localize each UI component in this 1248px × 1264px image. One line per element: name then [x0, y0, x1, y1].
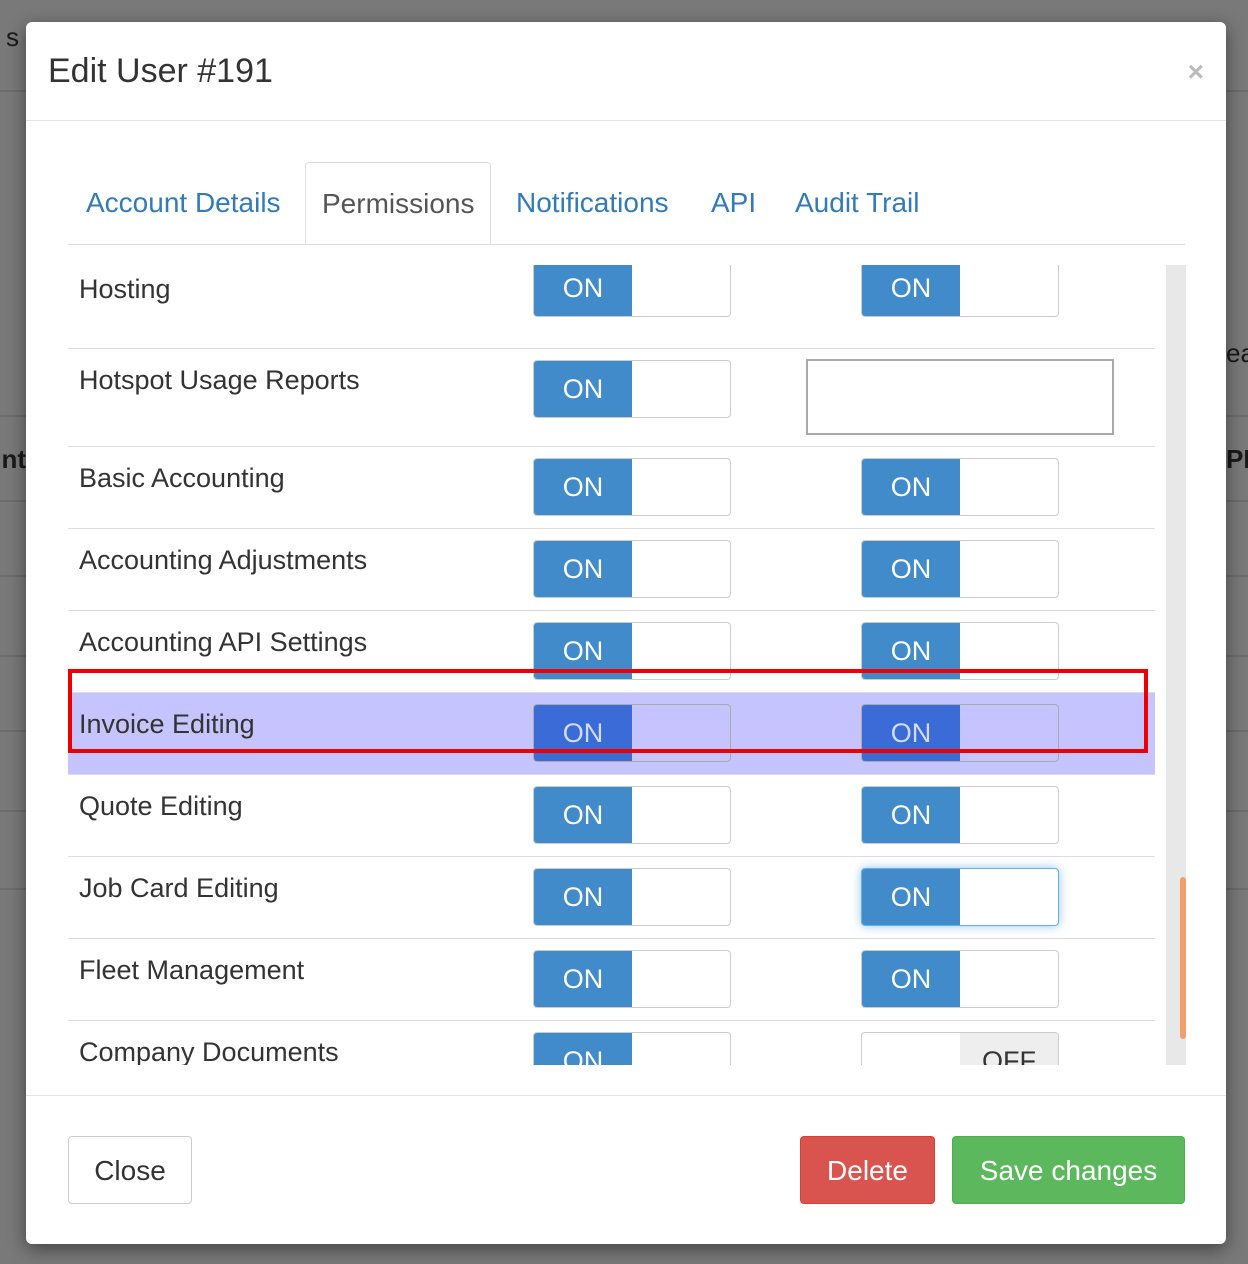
tab-notifications[interactable]: Notifications — [516, 162, 669, 244]
permission-label: Accounting API Settings — [79, 627, 368, 657]
permission-label: Hotspot Usage Reports — [79, 365, 360, 395]
toggle-switch-col2[interactable]: ON — [861, 265, 1059, 317]
tab-audit-trail[interactable]: Audit Trail — [795, 162, 920, 244]
permission-row-quote-editing: Quote Editing ON ON — [68, 775, 1155, 857]
toggle-switch-col1[interactable]: ON — [533, 622, 731, 680]
toggle-switch-col1[interactable]: ON — [533, 950, 731, 1008]
scrollbar-thumb[interactable] — [1180, 877, 1186, 1039]
toggle-on-label: ON — [534, 1033, 632, 1065]
permission-label: Fleet Management — [79, 955, 305, 985]
toggle-on-label: ON — [862, 541, 960, 597]
close-button[interactable]: Close — [68, 1136, 192, 1204]
toggle-off-label: OFF — [960, 1033, 1058, 1065]
empty-permission-cell — [806, 359, 1114, 435]
toggle-switch-col2[interactable]: ON — [861, 458, 1059, 516]
permission-label: Job Card Editing — [79, 873, 279, 903]
permission-row-accounting-api-settings: Accounting API Settings ON ON — [68, 611, 1155, 693]
toggle-on-label: ON — [534, 869, 632, 925]
toggle-on-label: ON — [862, 951, 960, 1007]
permission-label: Invoice Editing — [79, 709, 255, 739]
close-icon[interactable]: × — [1188, 56, 1204, 88]
toggle-on-label: ON — [534, 623, 632, 679]
toggle-switch-col1[interactable]: ON — [533, 1032, 731, 1065]
toggle-switch-col1[interactable]: ON — [533, 868, 731, 926]
toggle-switch-col2[interactable]: OFF — [861, 1032, 1059, 1065]
toggle-on-label: ON — [534, 459, 632, 515]
tab-permissions[interactable]: Permissions — [305, 162, 492, 244]
toggle-switch-col1[interactable]: ON — [533, 540, 731, 598]
toggle-switch-col1[interactable]: ON — [533, 265, 731, 317]
toggle-on-label: ON — [534, 787, 632, 843]
permission-row-fleet-management: Fleet Management ON ON — [68, 939, 1155, 1021]
permission-label: Accounting Adjustments — [79, 545, 368, 575]
toggle-switch-col2[interactable]: ON — [861, 622, 1059, 680]
permission-label: Company Documents — [79, 1037, 339, 1065]
save-changes-button[interactable]: Save changes — [952, 1136, 1185, 1204]
toggle-switch-col2[interactable]: ON — [861, 950, 1059, 1008]
toggle-switch-col1[interactable]: ON — [533, 786, 731, 844]
permission-label: Quote Editing — [79, 791, 243, 821]
permission-row-hotspot-usage-reports: Hotspot Usage Reports ON — [68, 349, 1155, 447]
permission-label: Basic Accounting — [79, 463, 285, 493]
permission-row-hosting: Hosting ON ON — [68, 265, 1155, 349]
edit-user-modal: Edit User #191 × Account Details Permiss… — [26, 22, 1226, 1244]
tab-bar: Account Details Permissions Notification… — [68, 162, 1185, 245]
toggle-switch-col1[interactable]: ON — [533, 360, 731, 418]
toggle-on-label: ON — [534, 705, 632, 761]
permission-row-company-documents: Company Documents ON OFF — [68, 1021, 1155, 1065]
permission-label: Hosting — [79, 274, 171, 304]
delete-button[interactable]: Delete — [800, 1136, 935, 1204]
permission-row-basic-accounting: Basic Accounting ON ON — [68, 447, 1155, 529]
modal-header: Edit User #191 × — [26, 22, 1226, 121]
toggle-on-label: ON — [862, 705, 960, 761]
toggle-on-label: ON — [862, 787, 960, 843]
toggle-switch-col2[interactable]: ON — [861, 704, 1059, 762]
toggle-on-label: ON — [862, 265, 960, 316]
toggle-on-label: ON — [862, 869, 960, 925]
tab-account-details[interactable]: Account Details — [86, 162, 281, 244]
permission-row-job-card-editing: Job Card Editing ON ON — [68, 857, 1155, 939]
toggle-switch-col1[interactable]: ON — [533, 704, 731, 762]
permission-row-invoice-editing: Invoice Editing ON ON — [68, 693, 1155, 775]
permissions-list[interactable]: Hosting ON ON Hotspot Usage Reports ON B… — [68, 265, 1155, 1065]
modal-title: Edit User #191 — [48, 52, 273, 90]
modal-footer: Close Delete Save changes — [26, 1095, 1226, 1245]
toggle-on-label: ON — [862, 459, 960, 515]
permission-row-accounting-adjustments: Accounting Adjustments ON ON — [68, 529, 1155, 611]
tab-api[interactable]: API — [711, 162, 756, 244]
toggle-switch-col2[interactable]: ON — [861, 868, 1059, 926]
toggle-switch-col2[interactable]: ON — [861, 786, 1059, 844]
toggle-on-label: ON — [534, 265, 632, 316]
toggle-on-label: ON — [534, 361, 632, 417]
toggle-on-label: ON — [534, 541, 632, 597]
toggle-on-label: ON — [862, 623, 960, 679]
toggle-switch-col1[interactable]: ON — [533, 458, 731, 516]
toggle-switch-col2[interactable]: ON — [861, 540, 1059, 598]
toggle-on-label: ON — [534, 951, 632, 1007]
